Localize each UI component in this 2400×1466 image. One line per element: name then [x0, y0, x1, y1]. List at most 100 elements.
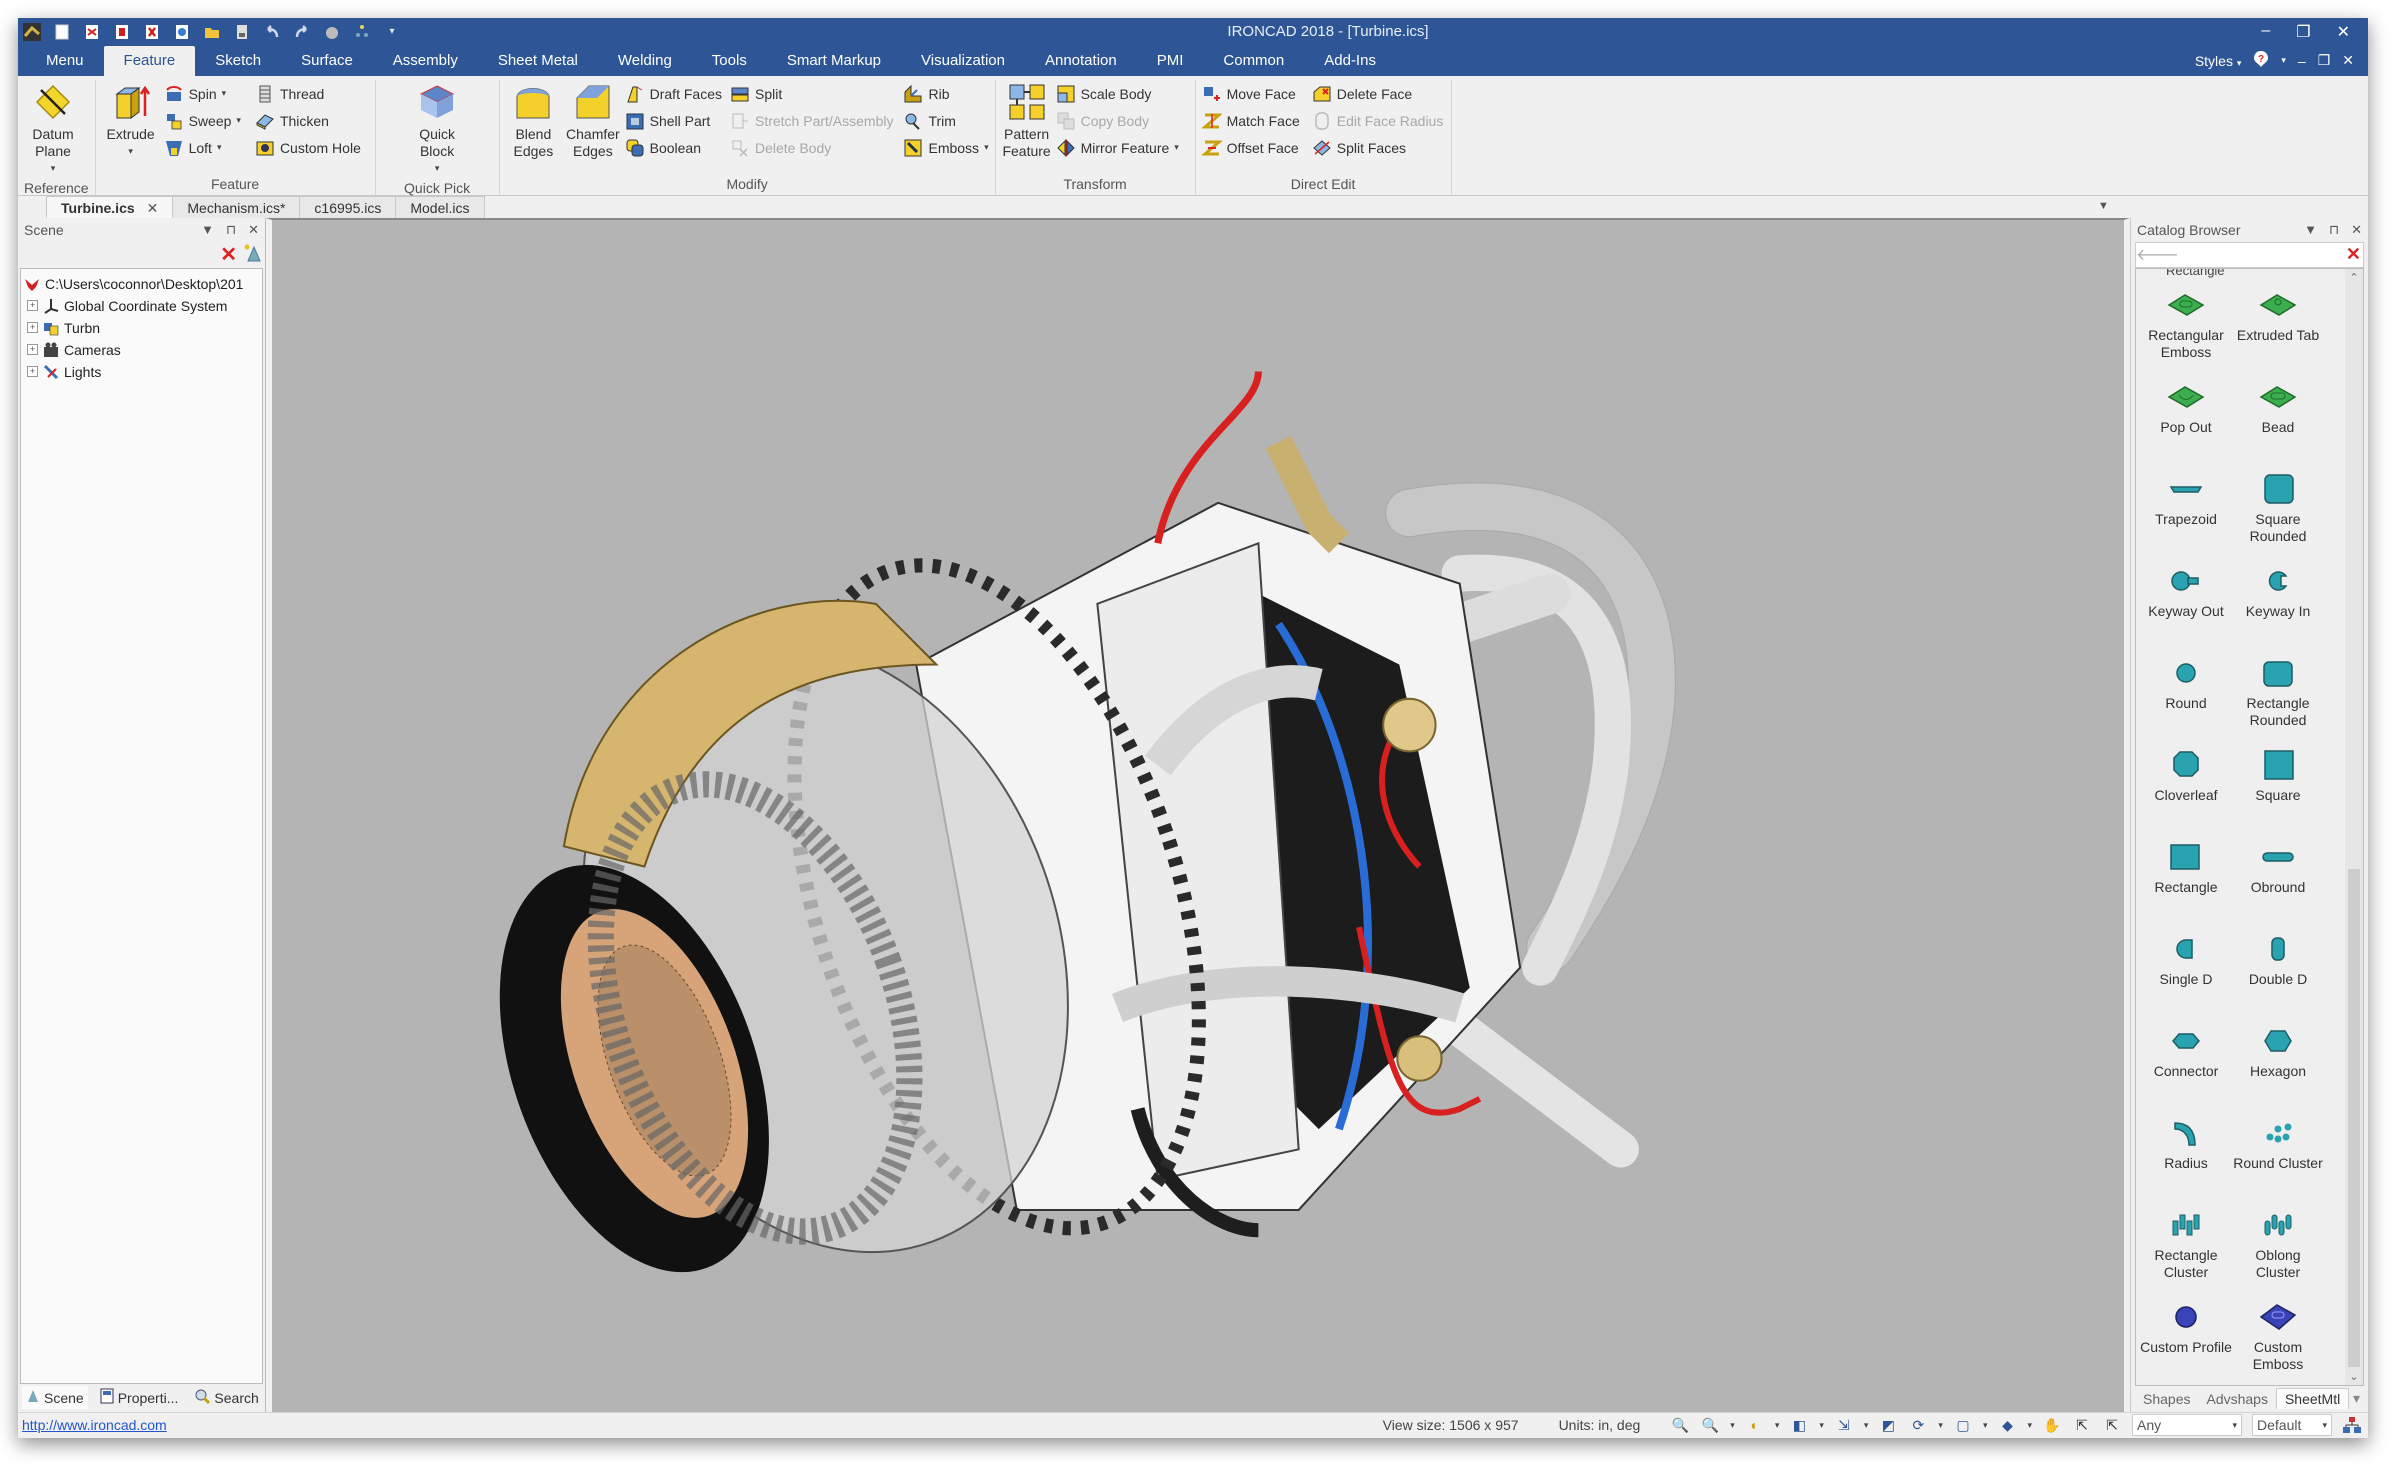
tab-sketch[interactable]: Sketch: [195, 46, 281, 76]
delete-body-button[interactable]: Delete Body: [730, 136, 894, 160]
panel-tab-search[interactable]: Search: [190, 1386, 262, 1409]
back-arrow-icon[interactable]: 🡐: [2136, 244, 2179, 265]
selection-filter-dropdown[interactable]: Any ▾: [2132, 1414, 2242, 1437]
zoom-fit-icon[interactable]: 🔍: [1670, 1415, 1690, 1435]
catalog-tab-advshaps[interactable]: Advshaps: [2198, 1389, 2275, 1409]
doc-tab-c16995-ics[interactable]: c16995.ics: [299, 195, 397, 218]
scene-tree-root[interactable]: C:\Users\coconnor\Desktop\201: [23, 273, 260, 295]
minimize-button[interactable]: –: [2261, 22, 2270, 42]
panel-tab-scene[interactable]: Scene: [22, 1386, 88, 1410]
shading-icon[interactable]: ◆: [1997, 1415, 2017, 1435]
redo-icon[interactable]: [292, 22, 312, 42]
catalog-item-custom-profile[interactable]: Custom Profile: [2140, 1293, 2232, 1385]
scale-body-button[interactable]: Scale Body: [1056, 82, 1179, 106]
delete-face-button[interactable]: Delete Face: [1312, 82, 1444, 106]
catalog-tab-sheetmtl[interactable]: SheetMtl: [2275, 1388, 2350, 1410]
render-mode-icon[interactable]: ◐: [1745, 1415, 1765, 1435]
catalog-item-trapezoid[interactable]: Trapezoid: [2140, 465, 2232, 557]
catalog-item-rectangle-cluster[interactable]: Rectangle Cluster: [2140, 1201, 2232, 1293]
app-logo-icon[interactable]: [22, 22, 42, 42]
catalog-tab-shapes[interactable]: Shapes: [2135, 1389, 2198, 1409]
scene-tree-item[interactable]: + Turbn: [23, 317, 260, 339]
ironcad-link[interactable]: http://www.ironcad.com: [22, 1417, 167, 1433]
section-icon[interactable]: ◩: [1878, 1415, 1898, 1435]
help-dropdown-icon[interactable]: ▾: [2281, 55, 2286, 66]
catalog-item-rectangular-emboss[interactable]: Rectangular Emboss: [2140, 281, 2232, 373]
catalog-pin-icon[interactable]: ⊓: [2329, 222, 2339, 238]
doc-restore-button[interactable]: ❐: [2318, 52, 2331, 69]
boolean-button[interactable]: Boolean: [625, 136, 722, 160]
zoom-icon[interactable]: 🔍: [1700, 1415, 1720, 1435]
edit-face-radius-button[interactable]: Edit Face Radius: [1312, 109, 1443, 133]
catalog-scrollbar[interactable]: ⌃ ⌄: [2345, 268, 2363, 1385]
save-as-red-icon[interactable]: [142, 22, 162, 42]
split-faces-button[interactable]: Split Faces: [1312, 136, 1444, 160]
catalog-item-rectangle[interactable]: Rectangle: [2140, 833, 2232, 925]
scene-panel-close-icon[interactable]: ✕: [248, 222, 259, 238]
match-face-button[interactable]: Match Face: [1201, 109, 1300, 133]
extrude-button[interactable]: Extrude ▾: [102, 80, 160, 160]
catalog-item-keyway-out[interactable]: Keyway Out: [2140, 557, 2232, 649]
catalog-item-connector[interactable]: Connector: [2140, 1017, 2232, 1109]
expand-icon[interactable]: +: [27, 366, 38, 378]
loft-button[interactable]: Loft ▾: [164, 136, 241, 160]
catalog-item-extruded-tab[interactable]: Extruded Tab: [2232, 281, 2324, 373]
catalog-item-radius[interactable]: Radius: [2140, 1109, 2232, 1201]
catalog-item-round-cluster[interactable]: Round Cluster: [2232, 1109, 2324, 1201]
catalog-item-keyway-in[interactable]: Keyway In: [2232, 557, 2324, 649]
render-icon[interactable]: [322, 22, 342, 42]
select-icon[interactable]: ⇱: [2072, 1415, 2092, 1435]
tab-sheet-metal[interactable]: Sheet Metal: [478, 46, 598, 76]
stretch-part-assembly-button[interactable]: Stretch Part/Assembly: [730, 109, 893, 133]
tab-tools[interactable]: Tools: [692, 46, 767, 76]
tab-visualization[interactable]: Visualization: [901, 46, 1025, 76]
network-icon[interactable]: [2342, 1415, 2362, 1435]
catalog-item-oblong-cluster[interactable]: Oblong Cluster: [2232, 1201, 2324, 1293]
doc-tab-close-icon[interactable]: ✕: [147, 200, 159, 216]
trim-button[interactable]: Trim: [903, 109, 988, 133]
doc-tab-mechanism-ics-[interactable]: Mechanism.ics*: [172, 195, 301, 218]
catalog-item-double-d[interactable]: Double D: [2232, 925, 2324, 1017]
catalog-item-obround[interactable]: Obround: [2232, 833, 2324, 925]
thread-button[interactable]: Thread: [255, 82, 361, 106]
quick-block-button[interactable]: Quick Block ▾: [408, 80, 466, 177]
3d-viewport[interactable]: [266, 217, 2130, 1412]
expand-icon[interactable]: +: [27, 344, 38, 356]
open-red-icon[interactable]: [82, 22, 102, 42]
styles-dropdown[interactable]: Styles ▾: [2195, 53, 2242, 69]
restore-button[interactable]: ❐: [2296, 22, 2310, 42]
tab-pmi[interactable]: PMI: [1137, 46, 1204, 76]
scene-filter-icon[interactable]: [243, 243, 261, 267]
blend-edges-button[interactable]: Blend Edges: [506, 80, 562, 160]
chamfer-edges-button[interactable]: Chamfer Edges: [565, 80, 621, 160]
display-mode-icon[interactable]: ▢: [1953, 1415, 1973, 1435]
tab-feature[interactable]: Feature: [103, 45, 196, 76]
expand-icon[interactable]: +: [27, 322, 38, 334]
scene-tree-item[interactable]: + Global Coordinate System: [23, 295, 260, 317]
pan-icon[interactable]: ✋: [2042, 1415, 2062, 1435]
catalog-item-hexagon[interactable]: Hexagon: [2232, 1017, 2324, 1109]
catalog-item-square[interactable]: Square: [2232, 741, 2324, 833]
orbit-icon[interactable]: ⟳: [1908, 1415, 1928, 1435]
split-button[interactable]: Split: [730, 82, 894, 106]
close-button[interactable]: ✕: [2337, 22, 2350, 42]
custom-hole-button[interactable]: Custom Hole: [255, 136, 361, 160]
doc-tab-model-ics[interactable]: Model.ics: [395, 195, 485, 218]
catalog-item-bead[interactable]: Bead: [2232, 373, 2324, 465]
tab-smart-markup[interactable]: Smart Markup: [767, 46, 901, 76]
help-icon[interactable]: ?: [2253, 50, 2269, 71]
pattern-feature-button[interactable]: Pattern Feature: [1002, 80, 1052, 160]
tab-menu[interactable]: Menu: [26, 46, 104, 76]
tab-assembly[interactable]: Assembly: [373, 46, 478, 76]
datum-plane-button[interactable]: Datum Plane ▾: [24, 80, 82, 177]
view-cube-icon[interactable]: ◧: [1789, 1415, 1809, 1435]
scene-panel-pin-icon[interactable]: ⊓: [226, 222, 236, 238]
tab-annotation[interactable]: Annotation: [1025, 46, 1137, 76]
scene-tree-item[interactable]: + Lights: [23, 361, 260, 383]
doc-tab-turbine-ics[interactable]: Turbine.ics ✕: [46, 195, 174, 218]
turbine-model[interactable]: [272, 220, 2124, 1412]
scene-tree-icon[interactable]: [352, 22, 372, 42]
new-icon[interactable]: [52, 22, 72, 42]
doc-close-button[interactable]: ✕: [2342, 52, 2354, 69]
spin-button[interactable]: Spin ▾: [164, 82, 241, 106]
